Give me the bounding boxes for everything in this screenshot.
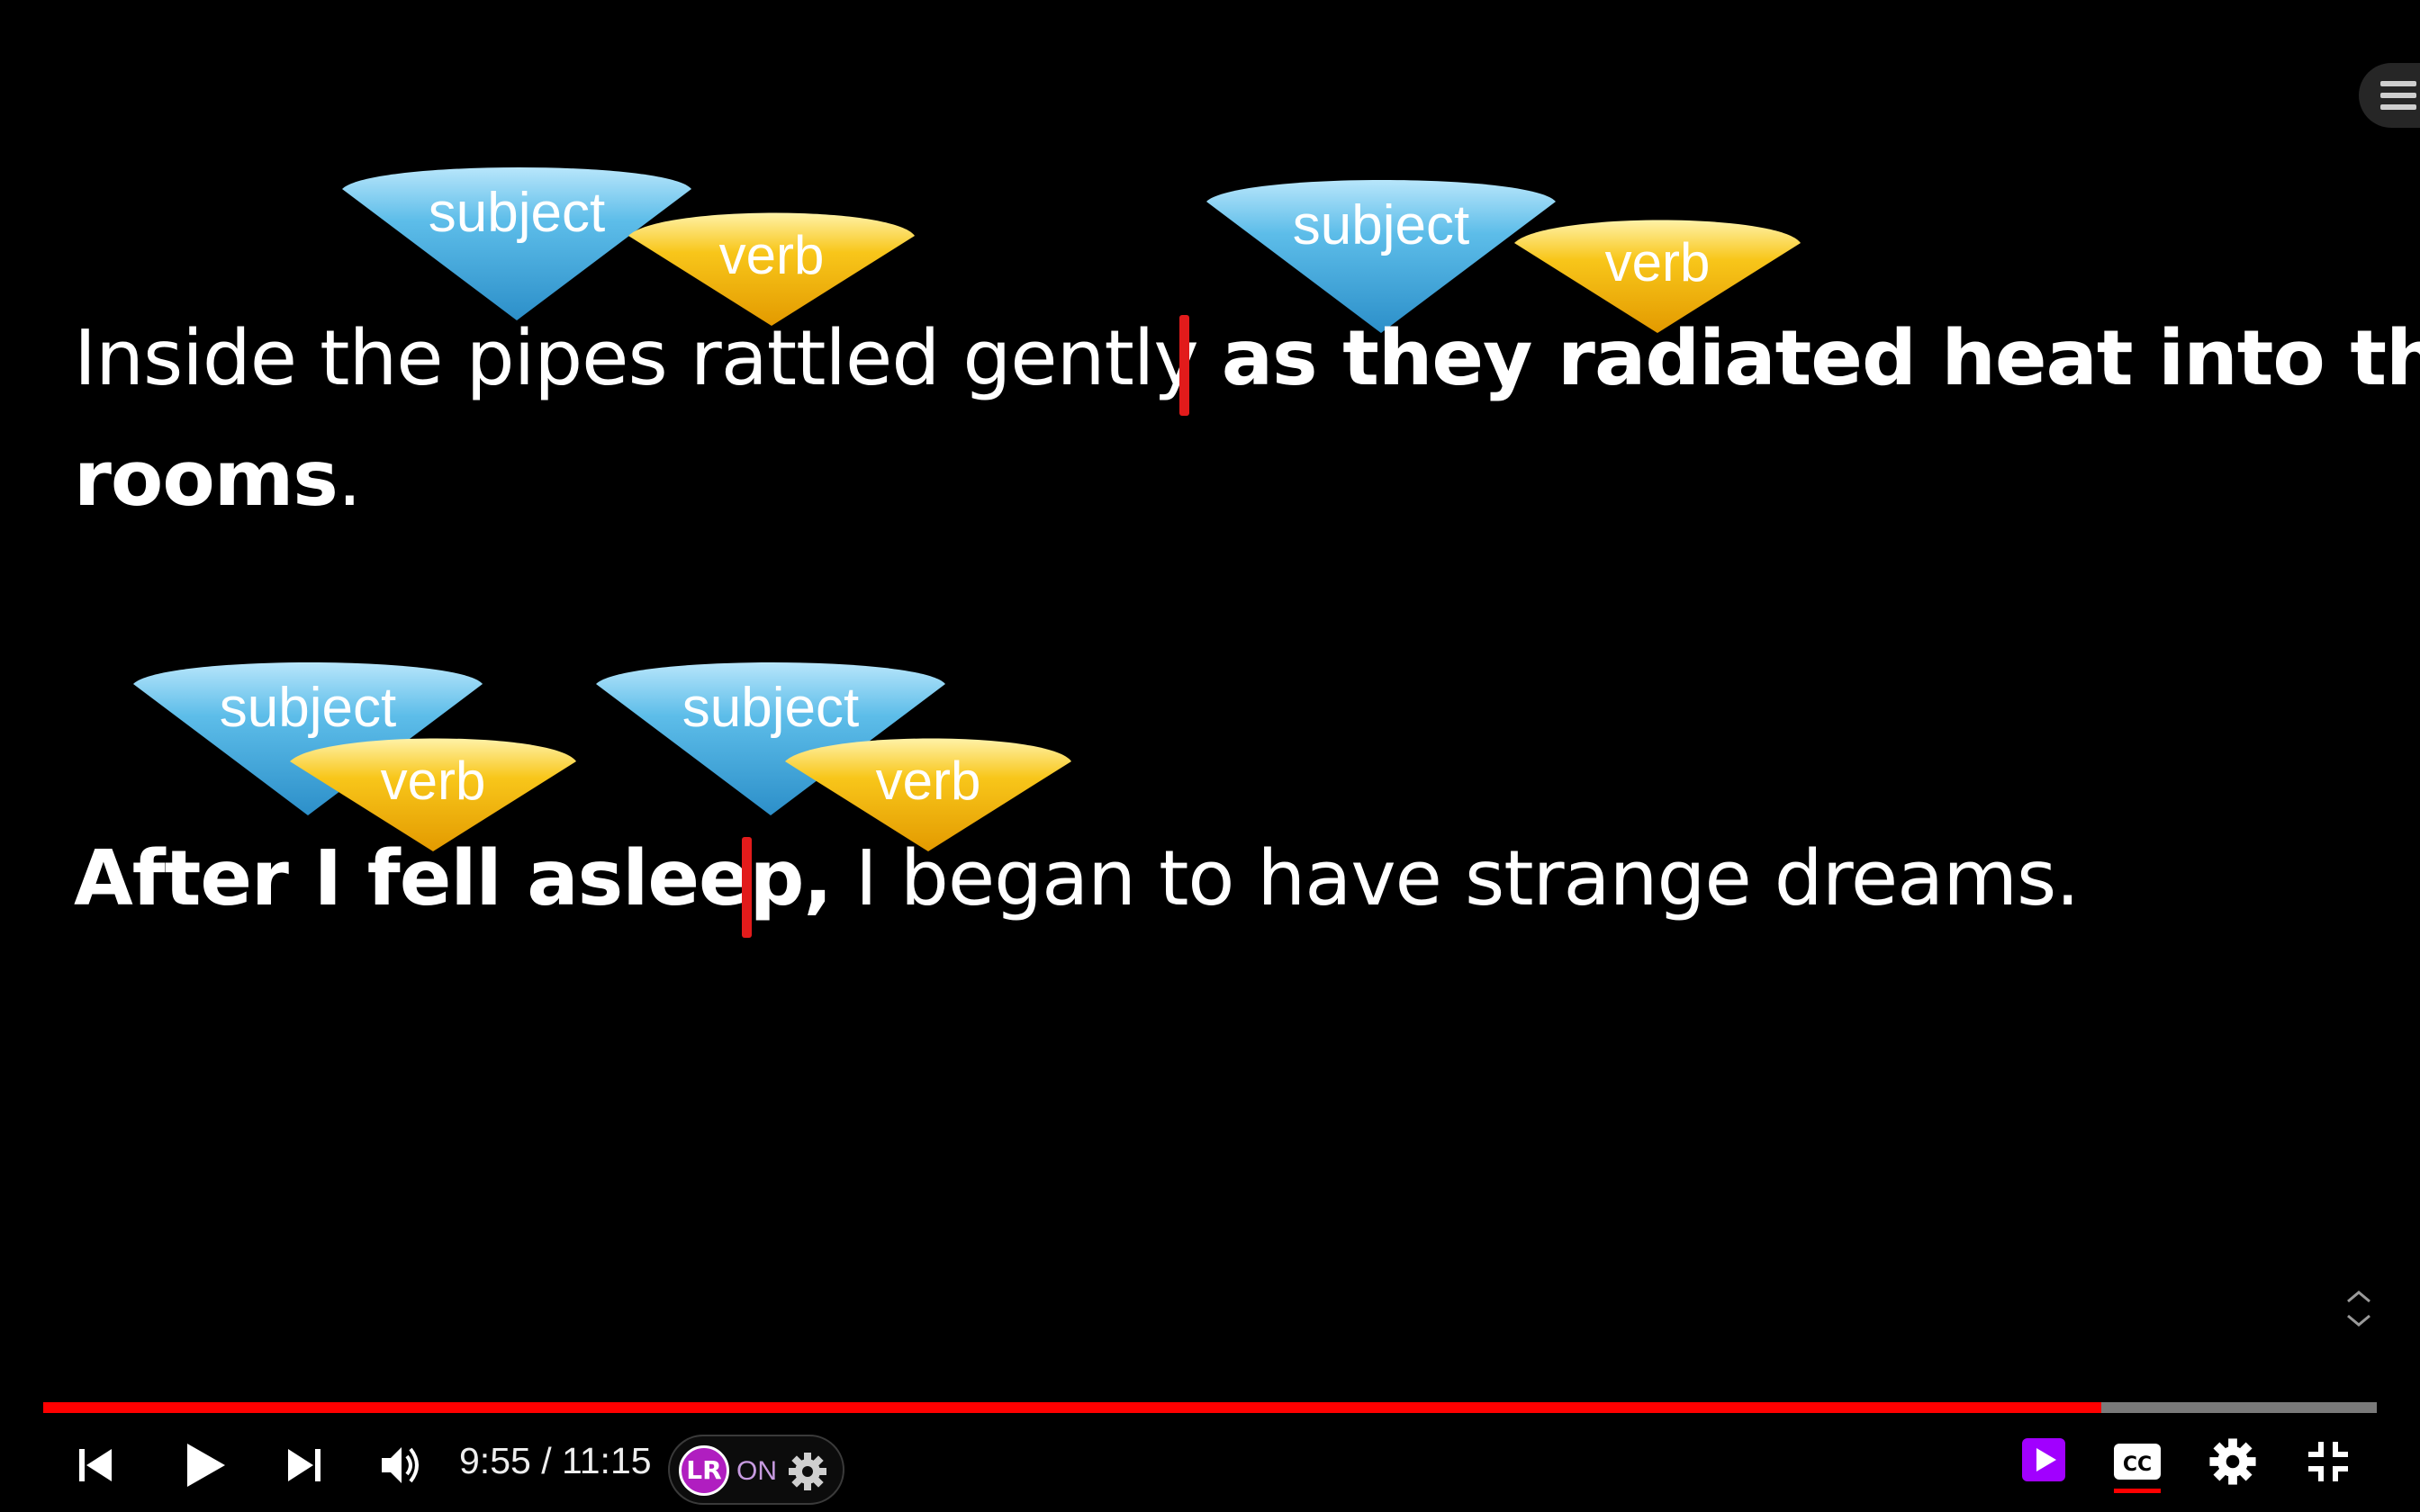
play-icon bbox=[187, 1444, 225, 1487]
previous-button[interactable] bbox=[70, 1440, 121, 1490]
autoplay-button[interactable] bbox=[2020, 1436, 2067, 1483]
previous-icon bbox=[79, 1449, 112, 1481]
captions-button[interactable]: CC bbox=[2110, 1438, 2164, 1494]
verb-tag-label: verb bbox=[718, 225, 825, 285]
sentence-2: After I fell asleep, I began to have stra… bbox=[74, 841, 2080, 917]
subject-tag-label: subject bbox=[682, 677, 860, 739]
extension-logo-icon: LR bbox=[679, 1445, 729, 1496]
expand-button[interactable] bbox=[2341, 1285, 2377, 1332]
time-display: 9:55 / 11:15 bbox=[459, 1440, 652, 1482]
independent-clause-text: I began to have strange dreams. bbox=[854, 834, 2081, 923]
clause-divider-marker bbox=[742, 837, 752, 938]
exit-fullscreen-button[interactable] bbox=[2303, 1436, 2353, 1487]
next-button[interactable] bbox=[279, 1440, 330, 1490]
extension-settings-icon[interactable] bbox=[787, 1451, 828, 1492]
extension-toggle[interactable]: LR ON bbox=[668, 1435, 844, 1505]
verb-tag-label: verb bbox=[1604, 232, 1711, 292]
video-frame[interactable]: subject verb subject verb subject verb s… bbox=[0, 0, 2420, 1512]
next-icon bbox=[288, 1449, 321, 1481]
time-separator: / bbox=[530, 1440, 562, 1481]
independent-clause-text: Inside the pipes rattled gently bbox=[74, 314, 1199, 403]
time-total: 11:15 bbox=[562, 1440, 652, 1481]
dependent-clause-text: as they radiated heat into the bbox=[1221, 314, 2420, 403]
time-current: 9:55 bbox=[459, 1440, 531, 1481]
subject-tag-label: subject bbox=[219, 677, 397, 739]
verb-tag-label: verb bbox=[875, 751, 981, 811]
extension-state: ON bbox=[736, 1456, 777, 1486]
volume-button[interactable] bbox=[375, 1438, 429, 1492]
captions-icon: CC bbox=[2114, 1444, 2161, 1493]
menu-button[interactable] bbox=[2359, 63, 2420, 128]
settings-icon bbox=[2209, 1438, 2256, 1485]
play-button[interactable] bbox=[176, 1436, 234, 1494]
expand-icon bbox=[2347, 1291, 2370, 1327]
volume-icon bbox=[382, 1447, 419, 1483]
sentence-1-line-2: rooms. bbox=[74, 441, 362, 518]
svg-text:CC: CC bbox=[2123, 1454, 2152, 1476]
dependent-clause-text: rooms bbox=[74, 435, 339, 524]
progress-bar[interactable] bbox=[43, 1402, 2377, 1413]
autoplay-icon bbox=[2022, 1438, 2065, 1481]
dependent-clause-text: After I fell asleep, bbox=[74, 834, 833, 923]
verb-tag-label: verb bbox=[380, 751, 486, 811]
sentence-1-line-1: Inside the pipes rattled gently as they r… bbox=[74, 320, 2420, 397]
exit-fullscreen-icon bbox=[2308, 1442, 2348, 1481]
verb-tag: verb bbox=[623, 203, 920, 329]
clause-divider-marker bbox=[1179, 315, 1189, 416]
progress-played bbox=[43, 1402, 2102, 1413]
settings-button[interactable] bbox=[2208, 1436, 2258, 1487]
sentence-period: . bbox=[337, 435, 362, 524]
